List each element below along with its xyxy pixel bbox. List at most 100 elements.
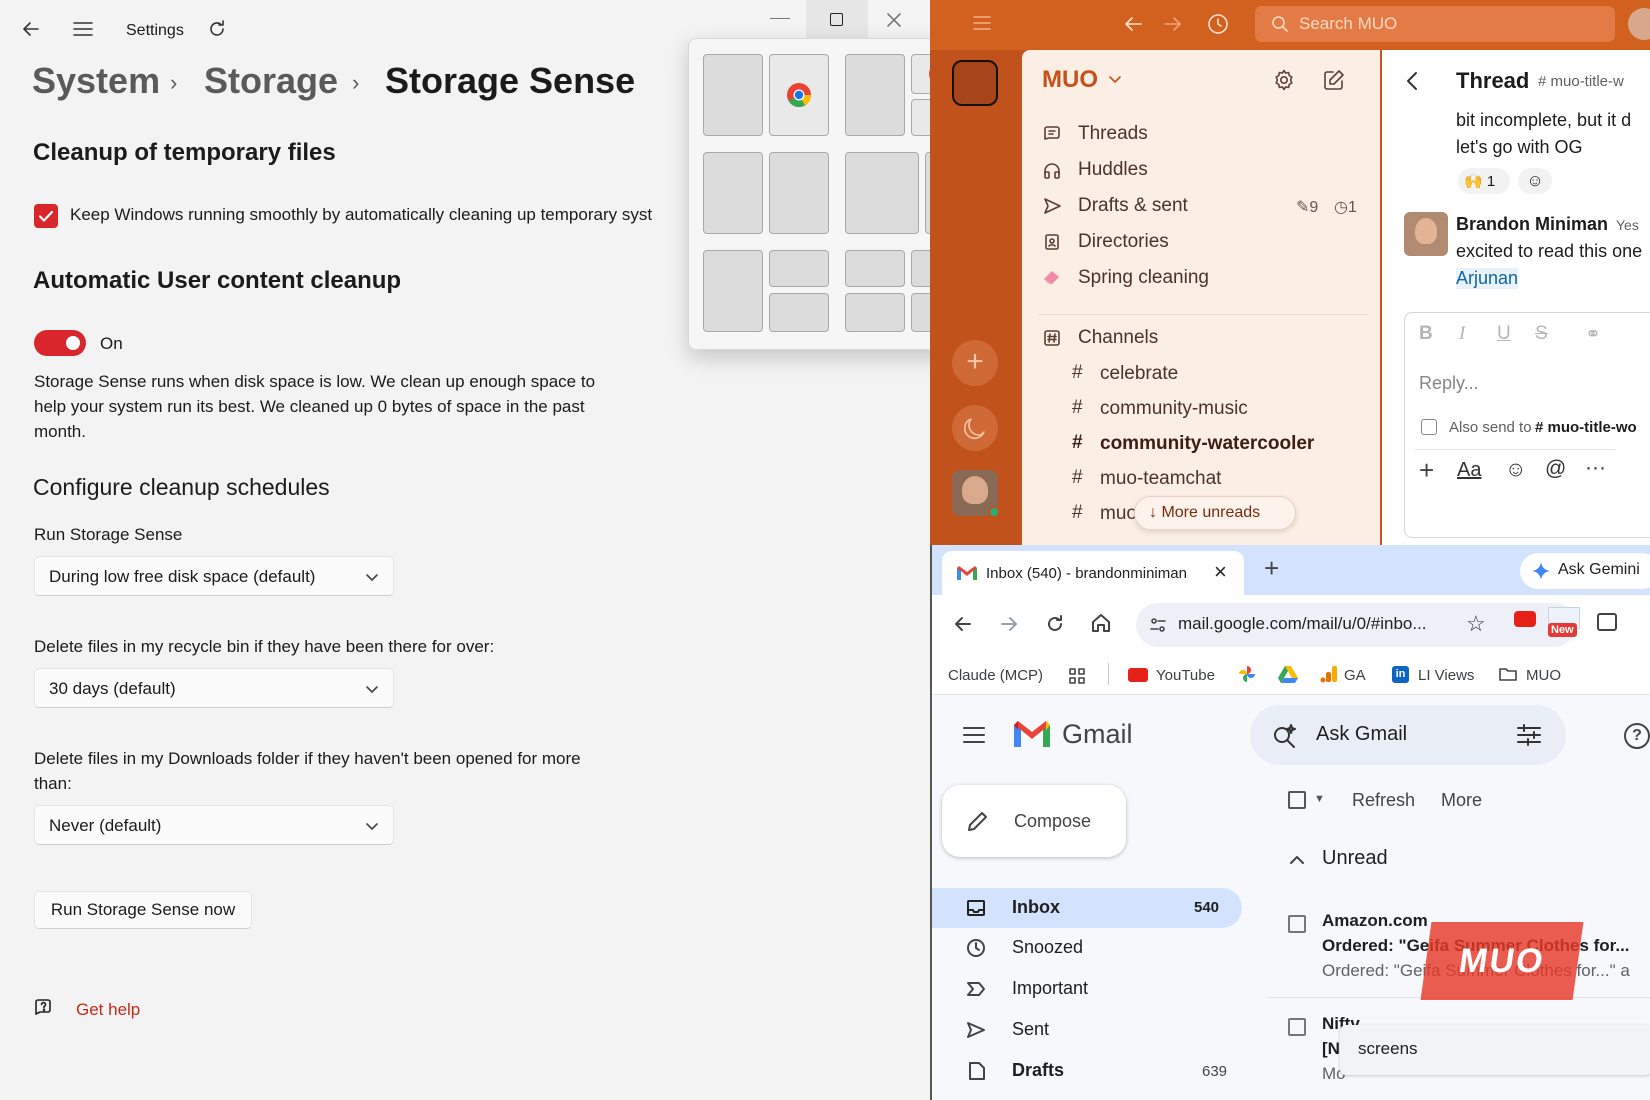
email-checkbox[interactable] xyxy=(1288,915,1306,933)
channel-muo-teamchat[interactable]: muo-teamchat xyxy=(1100,468,1221,490)
bookmark-muo[interactable]: MUO xyxy=(1526,667,1561,684)
sidebar-item-huddles[interactable]: Huddles xyxy=(1078,159,1148,181)
more-unreads-button[interactable]: ↓ More unreads xyxy=(1134,496,1296,530)
apps-grid-icon[interactable] xyxy=(1068,667,1086,685)
author-name[interactable]: Brandon Miniman xyxy=(1456,214,1608,235)
settings-gear-icon[interactable] xyxy=(1272,68,1296,92)
bookmark-youtube[interactable]: YouTube xyxy=(1156,667,1215,684)
nav-sent[interactable]: Sent xyxy=(1012,1019,1049,1040)
search-options-icon[interactable] xyxy=(1516,723,1542,747)
reload-icon[interactable] xyxy=(1044,613,1066,635)
new-tab-icon[interactable]: + xyxy=(1264,553,1279,584)
snap-zone[interactable] xyxy=(845,250,905,287)
maximize-button[interactable] xyxy=(806,0,868,38)
snap-zone[interactable] xyxy=(845,293,905,332)
slack-search-input[interactable]: Search MUO xyxy=(1255,6,1615,42)
snap-zone[interactable] xyxy=(769,293,829,332)
breadcrumb-storage[interactable]: Storage xyxy=(204,60,338,102)
bold-icon[interactable]: B xyxy=(1419,323,1433,345)
also-send-checkbox[interactable] xyxy=(1421,419,1437,435)
compose-icon[interactable] xyxy=(1322,68,1346,92)
ask-gemini-button[interactable]: Ask Gemini xyxy=(1520,553,1650,589)
run-storage-sense-dropdown[interactable]: During low free disk space (default) xyxy=(34,556,394,596)
add-reaction-icon[interactable]: ☺ xyxy=(1518,168,1552,194)
youtube-extension-icon[interactable] xyxy=(1514,611,1536,627)
unread-section-label[interactable]: Unread xyxy=(1322,847,1388,870)
bookmark-ga[interactable]: GA xyxy=(1344,667,1366,684)
chevron-up-icon[interactable] xyxy=(1288,853,1306,867)
storage-sense-toggle[interactable] xyxy=(34,330,86,356)
emoji-icon[interactable]: ☺ xyxy=(1505,458,1526,482)
email-sender[interactable]: Amazon.com xyxy=(1322,911,1428,931)
select-dropdown-icon[interactable]: ▼ xyxy=(1314,793,1325,805)
channel-community-music[interactable]: community-music xyxy=(1100,398,1248,420)
photos-pinwheel-icon[interactable] xyxy=(1238,665,1256,683)
sidebar-item-threads[interactable]: Threads xyxy=(1078,123,1148,145)
gmail-logo-text[interactable]: Gmail xyxy=(1062,719,1133,750)
recycle-bin-dropdown[interactable]: 30 days (default) xyxy=(34,668,394,708)
bookmark-li-views[interactable]: LI Views xyxy=(1418,667,1474,684)
channel-community-watercooler[interactable]: community-watercooler xyxy=(1100,433,1314,455)
back-arrow-icon[interactable] xyxy=(20,18,42,40)
get-help-link[interactable]: Get help xyxy=(76,1000,140,1020)
sidebar-toggle-icon[interactable] xyxy=(972,14,992,32)
nav-snoozed[interactable]: Snoozed xyxy=(1012,937,1083,958)
plus-icon[interactable]: + xyxy=(1419,455,1434,486)
nav-drafts[interactable]: Drafts xyxy=(1012,1060,1064,1081)
nav-important[interactable]: Important xyxy=(1012,978,1088,999)
channel-celebrate[interactable]: celebrate xyxy=(1100,363,1178,385)
mention-icon[interactable]: @ xyxy=(1545,457,1566,481)
italic-icon[interactable]: I xyxy=(1459,323,1465,345)
add-workspace-icon[interactable]: + xyxy=(952,340,998,386)
more-button[interactable]: More xyxy=(1441,790,1482,811)
sidebar-item-spring-cleaning[interactable]: Spring cleaning xyxy=(1078,267,1209,289)
extensions-puzzle-icon[interactable] xyxy=(1597,613,1617,631)
snap-zone[interactable] xyxy=(769,54,829,136)
keep-running-checkbox[interactable] xyxy=(34,204,58,228)
reply-input[interactable]: Reply... xyxy=(1419,373,1479,394)
sidebar-item-directories[interactable]: Directories xyxy=(1078,231,1169,253)
snap-zone[interactable] xyxy=(845,54,905,136)
strikethrough-icon[interactable]: S xyxy=(1535,323,1548,345)
compose-button[interactable]: Compose xyxy=(942,785,1126,857)
user-mention[interactable]: Arjunan xyxy=(1456,268,1519,289)
breadcrumb-system[interactable]: System xyxy=(32,60,160,102)
downloads-dropdown[interactable]: Never (default) xyxy=(34,805,394,845)
more-options-icon[interactable]: ··· xyxy=(1585,456,1606,480)
history-icon[interactable] xyxy=(1206,12,1230,36)
chevron-down-icon[interactable] xyxy=(1108,72,1122,86)
site-settings-icon[interactable] xyxy=(1148,615,1168,635)
close-icon[interactable] xyxy=(886,12,902,28)
home-icon[interactable] xyxy=(1090,612,1112,634)
forward-arrow-icon[interactable] xyxy=(1162,14,1184,34)
sidebar-item-drafts[interactable]: Drafts & sent xyxy=(1078,195,1188,217)
reaction-pill[interactable]: 🙌 1 xyxy=(1458,168,1510,194)
tab-inbox[interactable]: Inbox (540) - brandonminiman × xyxy=(942,551,1244,595)
workspace-icon[interactable] xyxy=(952,60,998,106)
analytics-icon[interactable] xyxy=(1320,665,1338,683)
email-checkbox[interactable] xyxy=(1288,1018,1306,1036)
formatting-icon[interactable]: Aa xyxy=(1457,459,1481,482)
snap-zone[interactable] xyxy=(845,152,919,234)
back-arrow-icon[interactable] xyxy=(952,613,974,635)
google-drive-icon[interactable] xyxy=(1278,665,1298,683)
gmail-search-input[interactable]: Ask Gmail xyxy=(1250,705,1566,765)
profile-avatar[interactable] xyxy=(952,470,1000,518)
channels-section-label[interactable]: Channels xyxy=(1078,327,1158,349)
minimize-button[interactable] xyxy=(770,18,790,19)
user-avatar[interactable] xyxy=(1628,8,1650,40)
bookmark-star-icon[interactable]: ☆ xyxy=(1466,611,1486,637)
link-icon[interactable]: ⚭ xyxy=(1585,323,1601,346)
back-arrow-icon[interactable] xyxy=(1122,14,1144,34)
underline-icon[interactable]: U xyxy=(1497,323,1511,345)
address-bar[interactable]: mail.google.com/mail/u/0/#inbo... ☆ xyxy=(1136,603,1576,647)
author-avatar[interactable] xyxy=(1404,212,1448,256)
run-storage-sense-now-button[interactable]: Run Storage Sense now xyxy=(34,891,252,929)
snap-zone[interactable] xyxy=(769,152,829,234)
forward-arrow-icon[interactable] xyxy=(998,613,1020,635)
snap-zone[interactable] xyxy=(703,152,763,234)
select-all-checkbox[interactable] xyxy=(1288,791,1306,809)
snap-zone[interactable] xyxy=(703,54,763,136)
main-menu-icon[interactable] xyxy=(962,725,986,745)
workspace-name[interactable]: MUO xyxy=(1042,66,1098,94)
